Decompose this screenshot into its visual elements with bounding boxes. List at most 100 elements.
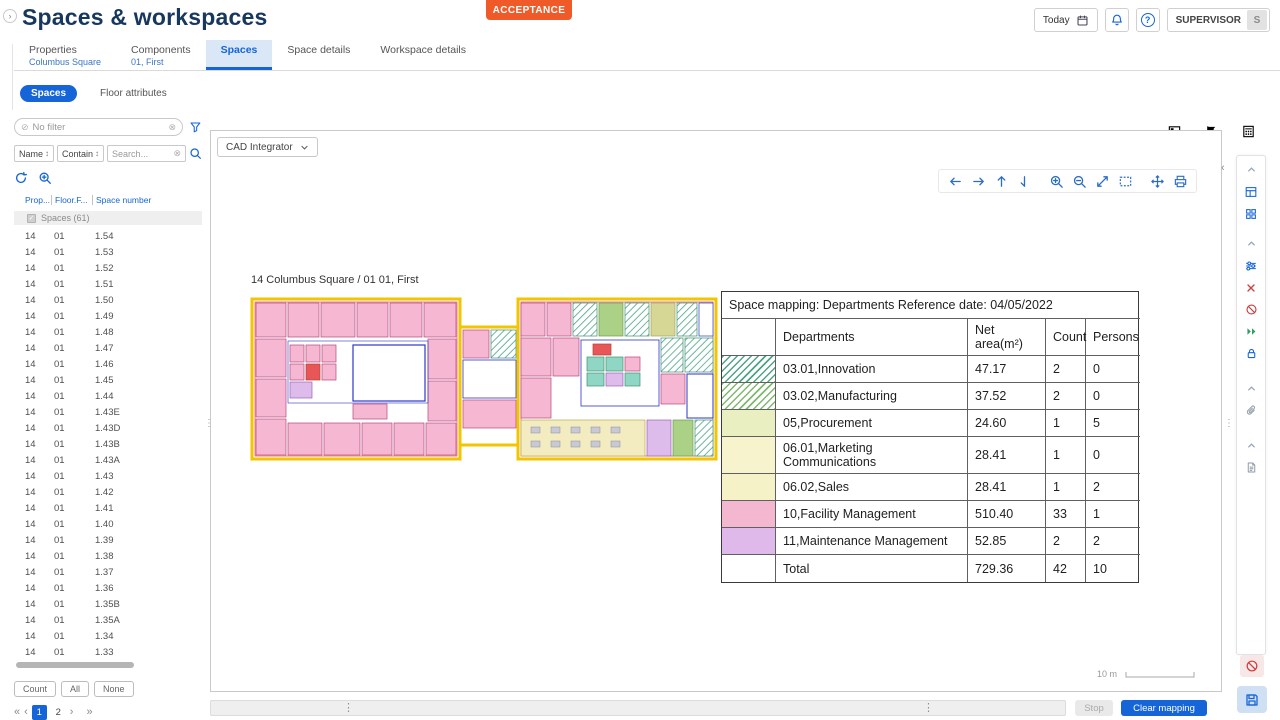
footer-drag-handle[interactable]: ⋮ [923,702,934,715]
pan-left-button[interactable] [945,172,965,190]
group-row[interactable]: ✓ Spaces (61) [14,211,202,225]
zoom-window-button[interactable] [1115,172,1135,190]
collapse-section-button[interactable] [1240,234,1262,253]
status-badge[interactable]: ACCEPTANCE [486,0,572,20]
space-row[interactable]: 14 01 1.43D [14,420,202,436]
count-button[interactable]: Count [14,681,56,697]
search-icon[interactable] [189,147,202,160]
space-row[interactable]: 14 01 1.45 [14,372,202,388]
column-header-property[interactable]: Prop... [14,195,51,205]
next-page-button[interactable]: › [70,707,74,718]
zoom-extents-button[interactable] [1092,172,1112,190]
space-row[interactable]: 14 01 1.47 [14,340,202,356]
cad-canvas[interactable]: CAD Integrator 14 Columbus Square / 01 0… [210,130,1222,692]
page-button[interactable]: 1 [32,705,47,720]
page-button[interactable]: 2 [51,705,66,720]
select-all-button[interactable]: All [61,681,89,697]
pan-hand-button[interactable] [1147,172,1167,190]
pan-down-button[interactable] [1014,172,1034,190]
space-row[interactable]: 14 01 1.43 [14,468,202,484]
subtab-item[interactable]: Floor attributes [89,85,178,102]
zoom-out-button[interactable] [1069,172,1089,190]
cad-integrator-dropdown[interactable]: CAD Integrator [217,137,318,157]
space-row[interactable]: 14 01 1.46 [14,356,202,372]
space-row[interactable]: 14 01 1.50 [14,292,202,308]
space-row[interactable]: 14 01 1.39 [14,532,202,548]
last-page-button[interactable]: » [86,707,92,718]
calculator-button[interactable] [1241,124,1256,139]
space-row[interactable]: 14 01 1.37 [14,564,202,580]
prev-page-button[interactable]: ‹ [24,707,28,718]
clear-search-icon[interactable]: ⊗ [173,149,181,158]
search-operator-select[interactable]: Contain ↕ [57,145,104,162]
space-row[interactable]: 14 01 1.35B [14,596,202,612]
column-header-floor[interactable]: Floor.F... [51,195,92,205]
block-action-button[interactable] [1240,300,1262,319]
space-row[interactable]: 14 01 1.36 [14,580,202,596]
search-input[interactable] [112,149,170,159]
space-row[interactable]: 14 01 1.52 [14,260,202,276]
clear-mapping-button[interactable]: Clear mapping [1121,700,1207,716]
data-table-button[interactable] [1240,182,1262,201]
user-menu-button[interactable]: SUPERVISOR S [1167,8,1270,32]
filter-funnel-icon[interactable] [189,120,202,134]
print-button[interactable] [1170,172,1190,190]
collapse-section-button[interactable] [1240,436,1262,455]
select-none-button[interactable]: None [94,681,134,697]
space-row[interactable]: 14 01 1.49 [14,308,202,324]
blocked-action-button[interactable] [1240,655,1264,677]
tab-item[interactable]: Components 01, First [116,40,206,70]
collapse-section-button[interactable] [1240,379,1262,398]
space-row[interactable]: 14 01 1.43B [14,436,202,452]
clear-filter-icon[interactable]: ⊗ [169,123,177,132]
column-header-space-number[interactable]: Space number [92,195,202,205]
advanced-search-button[interactable] [38,171,52,185]
space-row[interactable]: 14 01 1.38 [14,548,202,564]
space-row[interactable]: 14 01 1.42 [14,484,202,500]
space-row[interactable]: 14 01 1.40 [14,516,202,532]
space-row[interactable]: 14 01 1.53 [14,244,202,260]
clear-selection-button[interactable] [1240,278,1262,297]
help-button[interactable]: ? [1136,8,1160,32]
left-splitter-handle[interactable]: ⋮ [204,418,214,429]
run-action-button[interactable] [1240,322,1262,341]
collapse-section-button[interactable] [1240,160,1262,179]
search-field-select[interactable]: Name ↕ [14,145,54,162]
space-row[interactable]: 14 01 1.34 [14,628,202,644]
floorplan-drawing[interactable] [249,288,719,468]
right-splitter-handle[interactable]: ⋮ [1224,418,1234,429]
bottom-scrollbar[interactable]: ⋮ ⋮ [210,700,1066,716]
pan-right-button[interactable] [968,172,988,190]
footer-drag-handle[interactable]: ⋮ [343,702,354,715]
collapse-right-panel-button[interactable]: ‹ [1221,162,1225,174]
attachment-button[interactable] [1240,401,1262,420]
pan-up-button[interactable] [991,172,1011,190]
space-row[interactable]: 14 01 1.51 [14,276,202,292]
tab-item[interactable]: Spaces [206,40,273,70]
space-row[interactable]: 14 01 1.35A [14,612,202,628]
space-row[interactable]: 14 01 1.33 [14,644,202,660]
tab-item[interactable]: Space details [272,40,365,70]
zoom-in-button[interactable] [1046,172,1066,190]
space-row[interactable]: 14 01 1.41 [14,500,202,516]
app-grid-button[interactable] [1240,204,1262,223]
scrollbar-thumb[interactable] [16,662,134,668]
space-row[interactable]: 14 01 1.54 [14,228,202,244]
today-button[interactable]: Today [1034,8,1098,32]
first-page-button[interactable]: « [14,707,20,718]
collapse-panel-toggle[interactable]: › [3,9,17,23]
tab-item[interactable]: Workspace details [365,40,481,70]
space-row[interactable]: 14 01 1.48 [14,324,202,340]
stop-button[interactable]: Stop [1075,700,1113,716]
space-row[interactable]: 14 01 1.44 [14,388,202,404]
filter-input[interactable] [33,122,165,133]
tab-item[interactable]: Properties Columbus Square [14,40,116,70]
refresh-button[interactable] [14,171,28,185]
space-row[interactable]: 14 01 1.43E [14,404,202,420]
list-horizontal-scrollbar[interactable] [14,662,202,669]
document-button[interactable] [1240,458,1262,477]
group-checkbox[interactable]: ✓ [27,214,36,223]
space-row[interactable]: 14 01 1.43A [14,452,202,468]
subtab-item[interactable]: Spaces [20,85,77,102]
sliders-button[interactable] [1240,256,1262,275]
